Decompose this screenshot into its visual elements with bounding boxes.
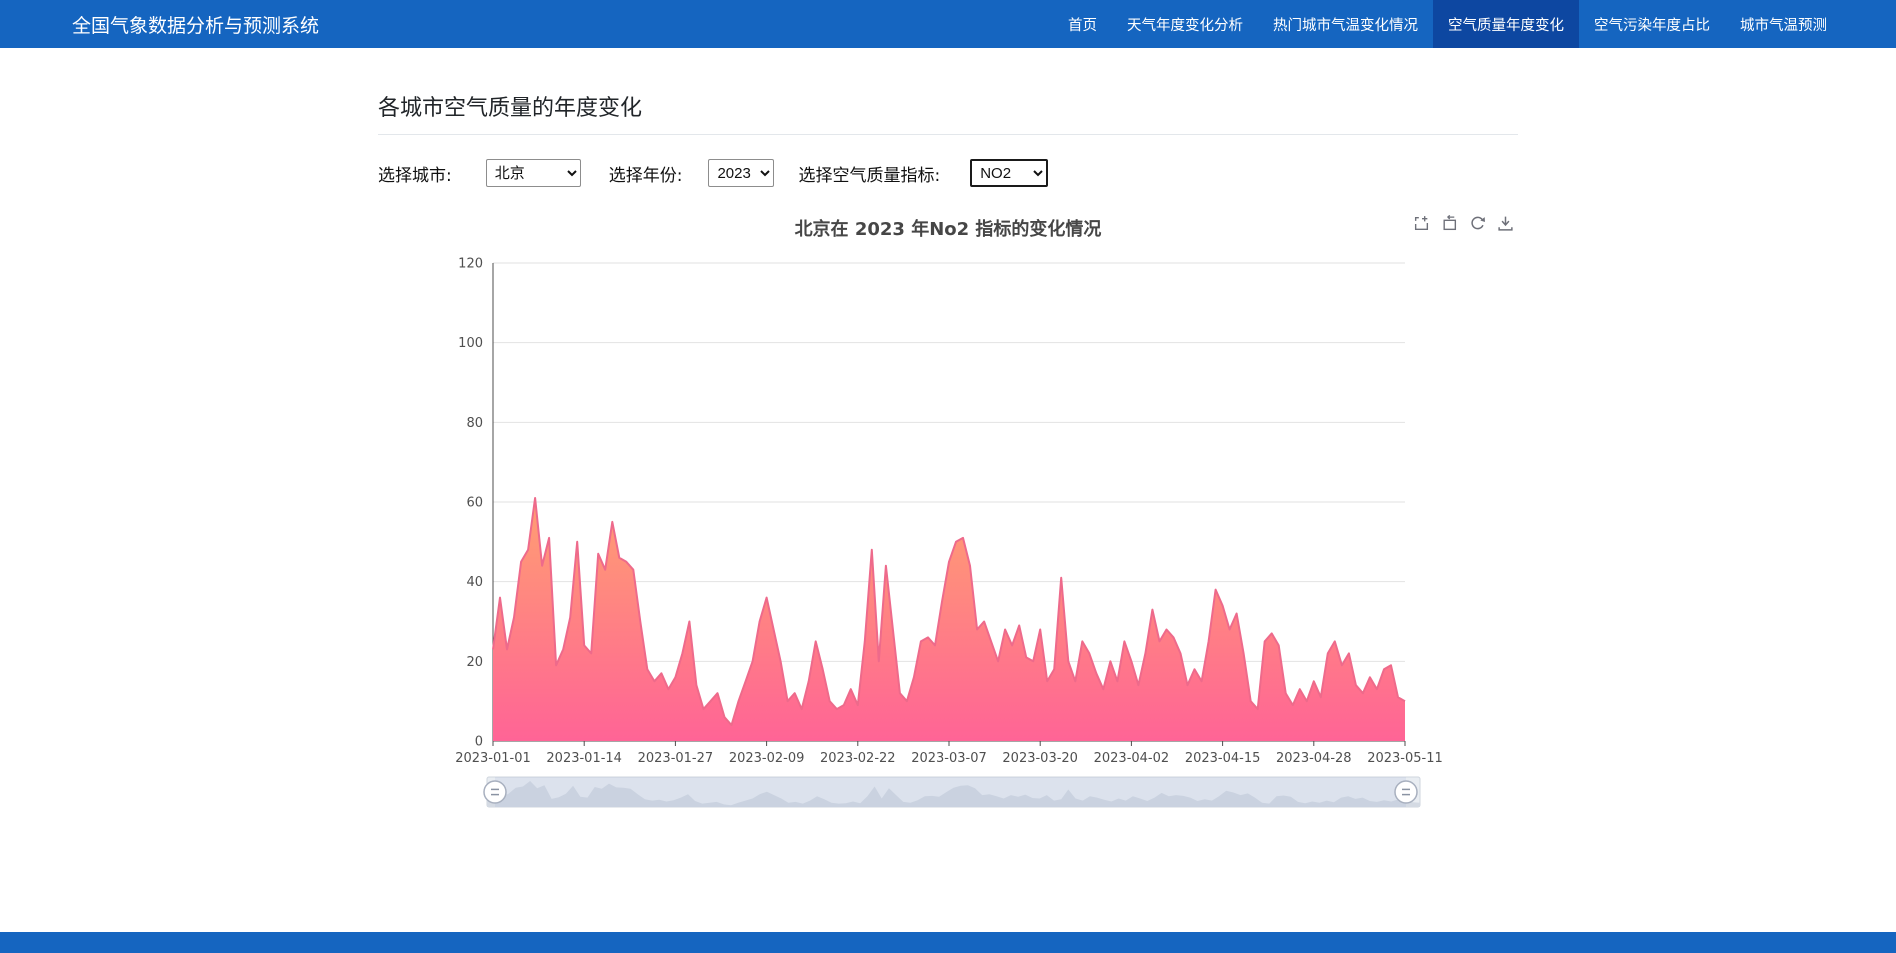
chart-title: 北京在 2023 年No2 指标的变化情况 <box>794 219 1102 240</box>
datazoom-left-handle[interactable] <box>483 780 507 804</box>
x-tick-label: 2023-01-01 <box>455 751 531 766</box>
app-title: 全国气象数据分析与预测系统 <box>72 14 320 37</box>
datazoom-selected-range[interactable] <box>495 777 1406 807</box>
y-tick-label: 20 <box>466 655 483 670</box>
area-series-fill[interactable] <box>493 498 1405 741</box>
city-select[interactable]: 北京 <box>485 159 581 187</box>
nav-item-air-quality-annual[interactable]: 空气质量年度变化 <box>1433 0 1579 48</box>
x-tick-label: 2023-01-27 <box>638 751 714 766</box>
restore-icon[interactable] <box>1469 215 1486 232</box>
year-select[interactable]: 2023 <box>708 159 775 187</box>
page-title: 各城市空气质量的年度变化 <box>378 96 643 121</box>
footer-bar <box>0 932 1896 953</box>
city-select-label: 选择城市: <box>378 165 452 186</box>
y-tick-label: 100 <box>458 336 483 351</box>
chart-toolbox <box>1413 215 1514 232</box>
x-tick-label: 2023-02-22 <box>820 751 896 766</box>
filter-bar: 选择城市: 北京 选择年份: 2023 选择空气质量指标: NO2 <box>378 159 1518 187</box>
download-icon[interactable] <box>1497 215 1514 232</box>
year-select-label: 选择年份: <box>608 165 683 186</box>
x-tick-label: 2023-04-15 <box>1185 751 1261 766</box>
datazoom-right-handle[interactable] <box>1394 780 1418 804</box>
y-tick-label: 40 <box>466 575 483 590</box>
x-tick-label: 2023-01-14 <box>546 751 622 766</box>
zoom-reset-icon[interactable] <box>1441 215 1458 232</box>
y-tick-label: 60 <box>466 496 483 511</box>
title-divider <box>378 134 1518 135</box>
chart-panel: 北京在 2023 年No2 指标的变化情况 0 20 40 60 80 100 120 202… <box>378 215 1518 815</box>
y-tick-label: 80 <box>466 416 483 431</box>
nav-item-hot-city-temperature[interactable]: 热门城市气温变化情况 <box>1258 0 1433 48</box>
y-tick-label: 0 <box>475 735 483 750</box>
datazoom-slider[interactable] <box>378 771 1518 815</box>
top-navbar: 全国气象数据分析与预测系统 首页 天气年度变化分析 热门城市气温变化情况 空气质… <box>0 0 1896 48</box>
nav-item-home[interactable]: 首页 <box>1053 0 1112 48</box>
indicator-select[interactable]: NO2 <box>970 159 1049 187</box>
nav-menu: 首页 天气年度变化分析 热门城市气温变化情况 空气质量年度变化 空气污染年度占比… <box>1053 0 1842 48</box>
zoom-select-icon[interactable] <box>1413 215 1430 232</box>
x-tick-label: 2023-05-11 <box>1367 751 1443 766</box>
main-content: 各城市空气质量的年度变化 选择城市: 北京 选择年份: 2023 选择空气质量指… <box>378 48 1518 815</box>
nav-item-air-pollution-share[interactable]: 空气污染年度占比 <box>1579 0 1725 48</box>
x-tick-label: 2023-03-20 <box>1002 751 1078 766</box>
nav-item-city-temperature-forecast[interactable]: 城市气温预测 <box>1725 0 1842 48</box>
x-tick-label: 2023-02-09 <box>729 751 805 766</box>
y-tick-label: 120 <box>458 257 483 272</box>
x-tick-label: 2023-04-28 <box>1276 751 1352 766</box>
area-chart[interactable]: 0 20 40 60 80 100 120 2023-01-01 2023-01-14 2023-… <box>378 249 1518 771</box>
indicator-select-label: 选择空气质量指标: <box>798 165 941 186</box>
x-tick-label: 2023-04-02 <box>1094 751 1170 766</box>
nav-item-weather-annual-analysis[interactable]: 天气年度变化分析 <box>1112 0 1258 48</box>
x-tick-label: 2023-03-07 <box>911 751 987 766</box>
